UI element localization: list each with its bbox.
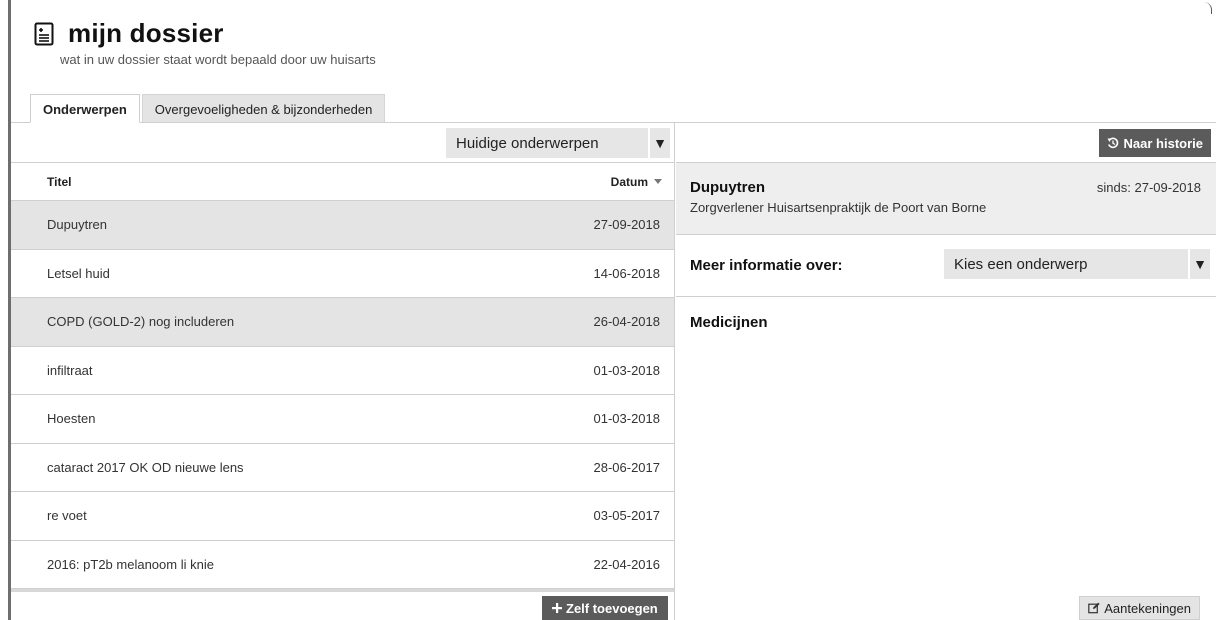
history-icon [1107, 137, 1118, 149]
row-title: infiltraat [47, 362, 93, 378]
dropdown-arrow-icon: ▼ [648, 128, 670, 158]
row-date: 26-04-2018 [593, 314, 661, 330]
more-info-select[interactable]: Kies een onderwerp ▼ [944, 249, 1210, 279]
topic-provider: Zorgverlener Huisartsenpraktijk de Poort… [690, 200, 987, 215]
row-date: 22-04-2016 [593, 556, 661, 572]
more-info-select-value: Kies een onderwerp [954, 255, 1088, 273]
row-title: COPD (GOLD-2) nog includeren [47, 314, 235, 330]
page-title: mijn dossier [68, 18, 224, 48]
sort-descending-icon [654, 179, 662, 184]
table-row[interactable]: 2016: pT2b melanoom li knie 22-04-2016 [11, 541, 674, 589]
table-row[interactable]: re voet 03-05-2017 [11, 492, 674, 541]
column-header-title[interactable]: Titel [47, 175, 611, 189]
table-row[interactable]: COPD (GOLD-2) nog includeren 26-04-2018 [11, 298, 674, 347]
table-row[interactable]: infiltraat 01-03-2018 [11, 347, 674, 395]
more-info-label: Meer informatie over: [690, 257, 843, 274]
table-row[interactable]: cataract 2017 OK OD nieuwe lens 28-06-20… [11, 444, 674, 492]
topic-filter-value: Huidige onderwerpen [456, 134, 599, 152]
tab-onderwerpen[interactable]: Onderwerpen [30, 94, 140, 123]
more-info-section: Meer informatie over: Kies een onderwerp… [676, 235, 1216, 297]
topic-name: Dupuytren [690, 179, 765, 196]
row-title: cataract 2017 OK OD nieuwe lens [47, 459, 244, 475]
table-row[interactable]: Hoesten 01-03-2018 [11, 395, 674, 444]
row-date: 03-05-2017 [593, 508, 661, 524]
notes-button-label: Aantekeningen [1104, 600, 1191, 616]
row-title: re voet [47, 508, 87, 524]
corner-mark [1204, 2, 1212, 14]
detail-panel: Naar historie Dupuytren sinds: 27-09-201… [676, 123, 1216, 620]
column-header-date[interactable]: Datum [611, 175, 662, 189]
row-title: 2016: pT2b melanoom li knie [47, 556, 214, 572]
tab-overgevoeligheden[interactable]: Overgevoeligheden & bijzonderheden [141, 94, 386, 123]
row-date: 01-03-2018 [593, 411, 661, 427]
topic-filter-select[interactable]: Huidige onderwerpen ▼ [446, 128, 670, 158]
edit-icon [1088, 602, 1100, 614]
row-title: Letsel huid [47, 265, 110, 281]
table-header: Titel Datum [11, 163, 674, 201]
notes-button[interactable]: Aantekeningen [1079, 596, 1200, 620]
plus-icon [552, 603, 562, 613]
history-button[interactable]: Naar historie [1098, 129, 1211, 157]
medicines-heading: Medicijnen [690, 314, 768, 331]
add-topic-label: Zelf toevoegen [566, 600, 658, 616]
row-title: Dupuytren [47, 217, 107, 233]
detail-toolbar: Naar historie [676, 123, 1216, 163]
topics-list: Dupuytren 27-09-2018 Letsel huid 14-06-2… [11, 201, 674, 592]
column-header-date-label: Datum [610, 174, 648, 189]
page-header: mijn dossier [34, 18, 224, 49]
row-date: 28-06-2017 [593, 459, 661, 475]
list-end-bar [11, 589, 674, 592]
page-subtitle: wat in uw dossier staat wordt bepaald do… [60, 52, 376, 67]
history-button-label: Naar historie [1123, 135, 1203, 151]
topics-panel: Huidige onderwerpen ▼ Titel Datum Dupuyt… [11, 123, 675, 620]
row-date: 01-03-2018 [593, 362, 661, 378]
row-title: Hoesten [47, 411, 96, 427]
topic-since: sinds: 27-09-2018 [1096, 180, 1201, 195]
dropdown-arrow-icon: ▼ [1188, 249, 1210, 279]
filter-bar: Huidige onderwerpen ▼ [11, 123, 674, 163]
table-row[interactable]: Dupuytren 27-09-2018 [11, 201, 674, 250]
document-list-icon [34, 22, 54, 45]
topic-detail: Dupuytren sinds: 27-09-2018 Zorgverlener… [676, 163, 1216, 235]
tab-bar: Onderwerpen Overgevoeligheden & bijzonde… [30, 94, 386, 123]
row-date: 27-09-2018 [593, 217, 661, 233]
table-row[interactable]: Letsel huid 14-06-2018 [11, 250, 674, 298]
row-date: 14-06-2018 [593, 265, 661, 281]
add-topic-button[interactable]: Zelf toevoegen [542, 596, 668, 620]
